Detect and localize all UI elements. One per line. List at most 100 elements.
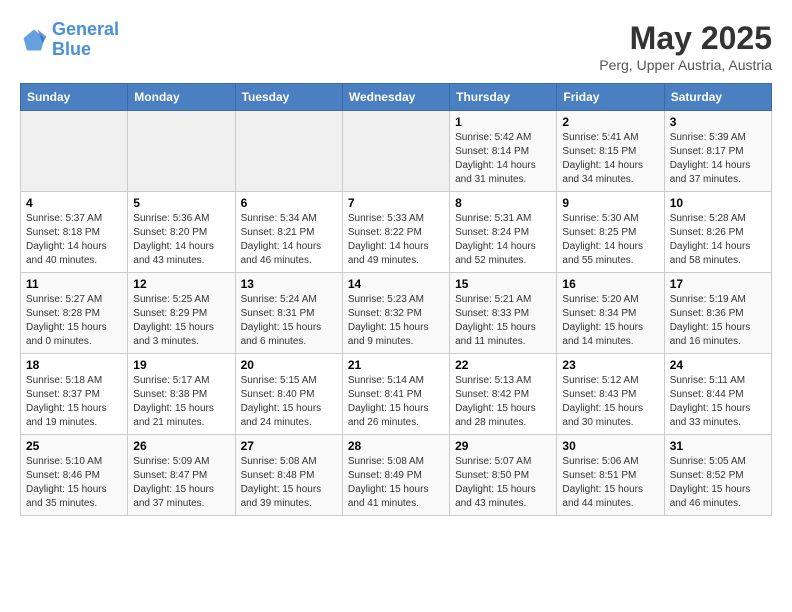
day-cell: 28Sunrise: 5:08 AMSunset: 8:49 PMDayligh… — [342, 435, 449, 516]
calendar-subtitle: Perg, Upper Austria, Austria — [599, 57, 772, 73]
day-info: Sunrise: 5:06 AMSunset: 8:51 PMDaylight:… — [562, 455, 658, 511]
day-number: 16 — [562, 277, 658, 291]
day-number: 23 — [562, 358, 658, 372]
day-info: Sunrise: 5:05 AMSunset: 8:52 PMDaylight:… — [670, 455, 766, 511]
weekday-header-friday: Friday — [557, 84, 664, 111]
calendar-title: May 2025 — [599, 20, 772, 57]
day-info: Sunrise: 5:08 AMSunset: 8:48 PMDaylight:… — [241, 455, 337, 511]
weekday-header-wednesday: Wednesday — [342, 84, 449, 111]
day-info: Sunrise: 5:19 AMSunset: 8:36 PMDaylight:… — [670, 293, 766, 349]
day-cell: 10 Sunrise: 5:28 AMSunset: 8:26 PMDayligh… — [664, 192, 771, 273]
day-cell: 30 Sunrise: 5:06 AMSunset: 8:51 PMDayligh… — [557, 435, 664, 516]
logo-text: General Blue — [52, 20, 119, 60]
day-info: Sunrise: 5:14 AMSunset: 8:41 PMDaylight:… — [348, 374, 444, 430]
day-number: 7 — [348, 196, 444, 210]
day-cell: 24 Sunrise: 5:11 AMSunset: 8:44 PMDayligh… — [664, 354, 771, 435]
day-cell: 20 Sunrise: 5:15 AMSunset: 8:40 PMDayligh… — [235, 354, 342, 435]
day-number: 18 — [26, 358, 122, 372]
day-number: 25 — [26, 439, 122, 453]
day-cell: 16 Sunrise: 5:20 AMSunset: 8:34 PMDayligh… — [557, 273, 664, 354]
day-cell: 27 Sunrise: 5:08 AMSunset: 8:48 PMDayligh… — [235, 435, 342, 516]
calendar-table: SundayMondayTuesdayWednesdayThursdayFrid… — [20, 83, 772, 516]
day-cell: 22 Sunrise: 5:13 AMSunset: 8:42 PMDayligh… — [450, 354, 557, 435]
day-cell: 25 Sunrise: 5:10 AMSunset: 8:46 PMDayligh… — [21, 435, 128, 516]
day-info: Sunrise: 5:42 AMSunset: 8:14 PMDaylight:… — [455, 131, 551, 187]
day-cell: 11 Sunrise: 5:27 AMSunset: 8:28 PMDayligh… — [21, 273, 128, 354]
day-cell: 9 Sunrise: 5:30 AMSunset: 8:25 PMDaylight… — [557, 192, 664, 273]
day-cell: 1 Sunrise: 5:42 AMSunset: 8:14 PMDaylight… — [450, 111, 557, 192]
day-cell: 19Sunrise: 5:17 AMSunset: 8:38 PMDayligh… — [128, 354, 235, 435]
week-row-1: 1 Sunrise: 5:42 AMSunset: 8:14 PMDaylight… — [21, 111, 772, 192]
day-cell: 2Sunrise: 5:41 AMSunset: 8:15 PMDaylight… — [557, 111, 664, 192]
day-number: 13 — [241, 277, 337, 291]
day-info: Sunrise: 5:21 AMSunset: 8:33 PMDaylight:… — [455, 293, 551, 349]
day-cell: 8Sunrise: 5:31 AMSunset: 8:24 PMDaylight… — [450, 192, 557, 273]
day-cell: 15 Sunrise: 5:21 AMSunset: 8:33 PMDayligh… — [450, 273, 557, 354]
week-row-3: 11 Sunrise: 5:27 AMSunset: 8:28 PMDayligh… — [21, 273, 772, 354]
day-info: Sunrise: 5:30 AMSunset: 8:25 PMDaylight:… — [562, 212, 658, 268]
day-number: 11 — [26, 277, 122, 291]
day-info: Sunrise: 5:28 AMSunset: 8:26 PMDaylight:… — [670, 212, 766, 268]
weekday-header-tuesday: Tuesday — [235, 84, 342, 111]
day-number: 1 — [455, 115, 551, 129]
day-cell — [342, 111, 449, 192]
day-cell — [235, 111, 342, 192]
weekday-header-saturday: Saturday — [664, 84, 771, 111]
day-info: Sunrise: 5:31 AMSunset: 8:24 PMDaylight:… — [455, 212, 551, 268]
logo: General Blue — [20, 20, 119, 60]
title-block: May 2025 Perg, Upper Austria, Austria — [599, 20, 772, 73]
day-info: Sunrise: 5:09 AMSunset: 8:47 PMDaylight:… — [133, 455, 229, 511]
day-info: Sunrise: 5:10 AMSunset: 8:46 PMDaylight:… — [26, 455, 122, 511]
page-header: General Blue May 2025 Perg, Upper Austri… — [20, 20, 772, 73]
day-info: Sunrise: 5:23 AMSunset: 8:32 PMDaylight:… — [348, 293, 444, 349]
day-info: Sunrise: 5:27 AMSunset: 8:28 PMDaylight:… — [26, 293, 122, 349]
day-cell: 13 Sunrise: 5:24 AMSunset: 8:31 PMDayligh… — [235, 273, 342, 354]
day-cell: 29Sunrise: 5:07 AMSunset: 8:50 PMDayligh… — [450, 435, 557, 516]
day-info: Sunrise: 5:39 AMSunset: 8:17 PMDaylight:… — [670, 131, 766, 187]
day-info: Sunrise: 5:34 AMSunset: 8:21 PMDaylight:… — [241, 212, 337, 268]
day-number: 5 — [133, 196, 229, 210]
weekday-header-row: SundayMondayTuesdayWednesdayThursdayFrid… — [21, 84, 772, 111]
day-cell — [21, 111, 128, 192]
day-number: 27 — [241, 439, 337, 453]
day-info: Sunrise: 5:20 AMSunset: 8:34 PMDaylight:… — [562, 293, 658, 349]
day-number: 20 — [241, 358, 337, 372]
day-number: 9 — [562, 196, 658, 210]
day-number: 24 — [670, 358, 766, 372]
day-info: Sunrise: 5:17 AMSunset: 8:38 PMDaylight:… — [133, 374, 229, 430]
day-info: Sunrise: 5:37 AMSunset: 8:18 PMDaylight:… — [26, 212, 122, 268]
logo-icon — [20, 26, 48, 54]
day-number: 15 — [455, 277, 551, 291]
day-info: Sunrise: 5:41 AMSunset: 8:15 PMDaylight:… — [562, 131, 658, 187]
day-number: 6 — [241, 196, 337, 210]
day-number: 26 — [133, 439, 229, 453]
day-info: Sunrise: 5:15 AMSunset: 8:40 PMDaylight:… — [241, 374, 337, 430]
weekday-header-thursday: Thursday — [450, 84, 557, 111]
day-number: 14 — [348, 277, 444, 291]
day-cell — [128, 111, 235, 192]
day-number: 22 — [455, 358, 551, 372]
logo-line2: Blue — [52, 39, 91, 59]
day-number: 29 — [455, 439, 551, 453]
week-row-4: 18 Sunrise: 5:18 AMSunset: 8:37 PMDayligh… — [21, 354, 772, 435]
day-number: 30 — [562, 439, 658, 453]
day-info: Sunrise: 5:25 AMSunset: 8:29 PMDaylight:… — [133, 293, 229, 349]
weekday-header-sunday: Sunday — [21, 84, 128, 111]
day-number: 21 — [348, 358, 444, 372]
day-info: Sunrise: 5:36 AMSunset: 8:20 PMDaylight:… — [133, 212, 229, 268]
day-number: 12 — [133, 277, 229, 291]
day-info: Sunrise: 5:13 AMSunset: 8:42 PMDaylight:… — [455, 374, 551, 430]
day-cell: 3Sunrise: 5:39 AMSunset: 8:17 PMDaylight… — [664, 111, 771, 192]
day-cell: 31Sunrise: 5:05 AMSunset: 8:52 PMDayligh… — [664, 435, 771, 516]
day-cell: 14 Sunrise: 5:23 AMSunset: 8:32 PMDayligh… — [342, 273, 449, 354]
day-number: 4 — [26, 196, 122, 210]
day-cell: 18 Sunrise: 5:18 AMSunset: 8:37 PMDayligh… — [21, 354, 128, 435]
day-number: 10 — [670, 196, 766, 210]
day-info: Sunrise: 5:11 AMSunset: 8:44 PMDaylight:… — [670, 374, 766, 430]
day-cell: 23Sunrise: 5:12 AMSunset: 8:43 PMDayligh… — [557, 354, 664, 435]
day-cell: 17Sunrise: 5:19 AMSunset: 8:36 PMDayligh… — [664, 273, 771, 354]
day-info: Sunrise: 5:18 AMSunset: 8:37 PMDaylight:… — [26, 374, 122, 430]
day-info: Sunrise: 5:24 AMSunset: 8:31 PMDaylight:… — [241, 293, 337, 349]
logo-line1: General — [52, 19, 119, 39]
day-number: 28 — [348, 439, 444, 453]
